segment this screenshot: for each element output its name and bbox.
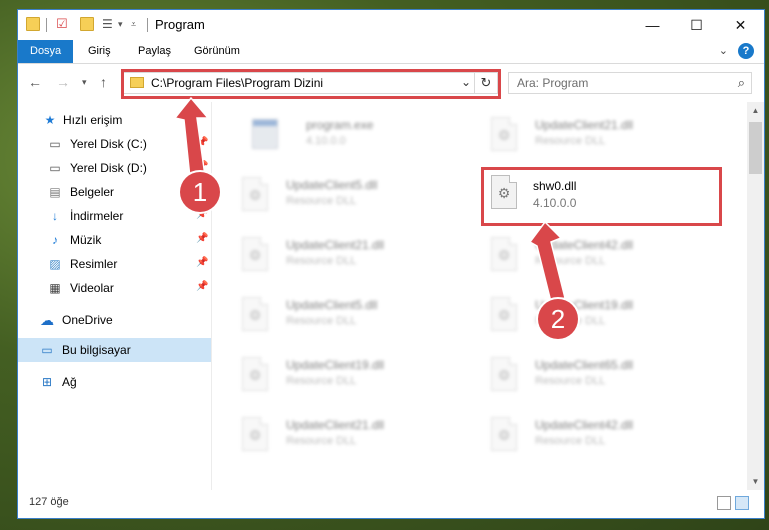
step-marker-1: 1	[180, 172, 220, 212]
arrow-1	[173, 96, 210, 179]
arrow-2	[528, 220, 566, 303]
step-marker-2: 2	[538, 299, 578, 339]
annotation-arrows	[173, 96, 566, 303]
